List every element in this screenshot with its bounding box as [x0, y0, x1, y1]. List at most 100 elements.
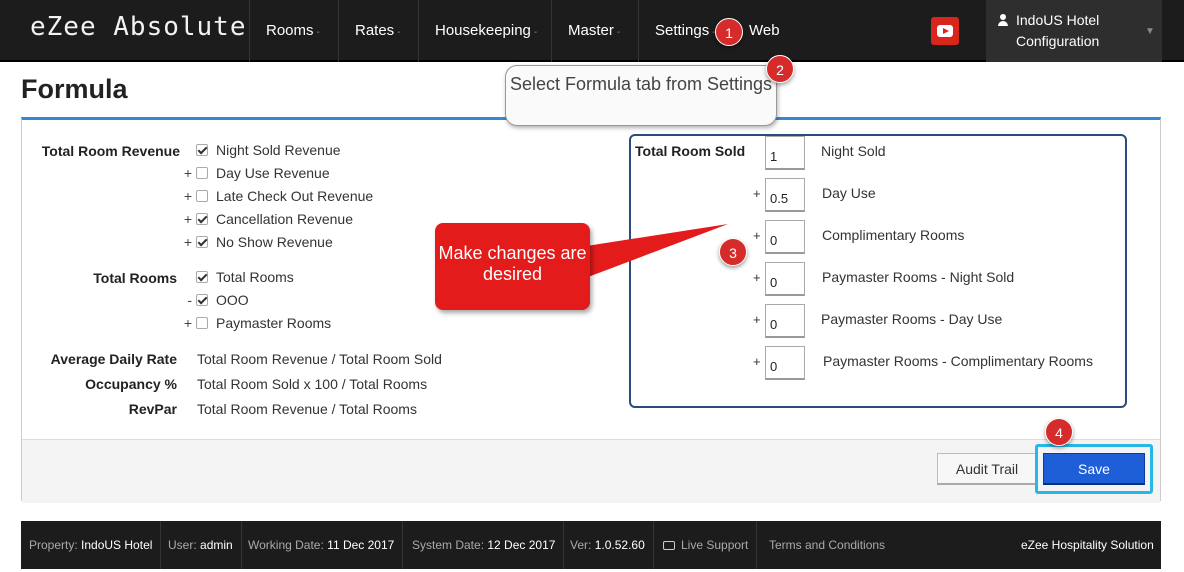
rooms-item-label: Total Rooms	[216, 269, 294, 285]
checkbox[interactable]	[196, 213, 208, 225]
footer-value: 12 Dec 2017	[487, 538, 556, 552]
rooms-item-label: Paymaster Rooms	[216, 315, 332, 331]
nav-label: Web	[749, 22, 780, 39]
paymaster-night-label: Paymaster Rooms - Night Sold	[822, 269, 1015, 285]
revenue-item-label: Day Use Revenue	[216, 165, 330, 181]
paymaster-night-input[interactable]: 0	[765, 262, 805, 296]
revpar-label: RevPar	[128, 401, 177, 417]
nav-rooms[interactable]: Rooms -	[249, 0, 339, 62]
chevron-down-icon: -	[616, 27, 621, 38]
footer-label: Ver:	[570, 538, 592, 552]
revenue-item-label: Late Check Out Revenue	[216, 188, 374, 204]
paymaster-dayuse-label: Paymaster Rooms - Day Use	[821, 311, 1003, 327]
live-support-link[interactable]: Live Support	[655, 521, 758, 569]
nav-housekeeping[interactable]: Housekeeping -	[418, 0, 552, 62]
user-role: Configuration	[1016, 33, 1100, 49]
revenue-item[interactable]: + Late Check Out Revenue	[180, 186, 373, 206]
nav-rates[interactable]: Rates -	[338, 0, 419, 62]
nav-master[interactable]: Master -	[551, 0, 639, 62]
footer-label: Property:	[29, 538, 78, 552]
tip-changes: Make changes are desired	[435, 223, 590, 310]
paymaster-comp-input[interactable]: 0	[765, 346, 805, 380]
user-menu[interactable]: IndoUS Hotel Configuration ▼	[986, 0, 1162, 62]
footer-user: User: admin	[160, 521, 242, 569]
user-name: IndoUS Hotel	[1016, 12, 1100, 28]
revenue-item[interactable]: + No Show Revenue	[180, 232, 333, 252]
complimentary-input[interactable]: 0	[765, 220, 805, 254]
revenue-item[interactable]: Night Sold Revenue	[180, 140, 341, 160]
revenue-item-label: Cancellation Revenue	[216, 211, 353, 227]
checkbox[interactable]	[196, 167, 208, 179]
tip-settings: Select Formula tab from Settings	[505, 65, 777, 126]
operator: +	[183, 234, 192, 250]
paymaster-comp-label: Paymaster Rooms - Complimentary Rooms	[823, 353, 1093, 369]
total-room-sold-label: Total Room Sold	[635, 143, 746, 159]
nav-label: Master	[568, 22, 614, 39]
occupancy-formula: Total Room Sold x 100 / Total Rooms	[197, 376, 428, 392]
checkbox[interactable]	[196, 271, 208, 283]
operator: -	[187, 292, 192, 308]
footer-value: admin	[200, 538, 233, 552]
revenue-item[interactable]: + Day Use Revenue	[180, 163, 330, 183]
total-rooms-label: Total Rooms	[93, 270, 177, 286]
rooms-item[interactable]: Total Rooms	[180, 267, 294, 287]
user-icon	[998, 14, 1008, 26]
operator: +	[183, 315, 192, 331]
chevron-down-icon: ▼	[1145, 26, 1155, 37]
revpar-formula: Total Room Revenue / Total Rooms	[197, 401, 417, 417]
footer-label: Working Date:	[248, 538, 324, 552]
checkbox[interactable]	[196, 236, 208, 248]
revenue-item[interactable]: + Cancellation Revenue	[180, 209, 353, 229]
footer-property: Property: IndoUS Hotel	[21, 521, 162, 569]
complimentary-label: Complimentary Rooms	[822, 227, 965, 243]
footer-label: System Date:	[412, 538, 485, 552]
company-name: eZee Hospitality Solution	[1021, 538, 1154, 552]
audit-trail-button[interactable]: Audit Trail	[937, 453, 1037, 485]
checkbox[interactable]	[196, 190, 208, 202]
operator: +	[753, 312, 761, 327]
operator: +	[753, 186, 761, 201]
step-badge-1: 1	[715, 18, 743, 46]
nav-label: Settings	[655, 22, 710, 39]
paymaster-dayuse-input[interactable]: 0	[765, 304, 805, 338]
operator: +	[753, 228, 761, 243]
operator: +	[183, 211, 192, 227]
night-sold-input[interactable]: 1	[765, 136, 805, 170]
step-badge-4: 4	[1045, 418, 1073, 446]
chevron-down-icon: -	[316, 27, 320, 38]
nav-label: Housekeeping	[435, 22, 531, 39]
rooms-item[interactable]: + Paymaster Rooms	[180, 313, 331, 333]
footer-working-date: Working Date: 11 Dec 2017	[240, 521, 404, 569]
page-title: Formula	[21, 74, 128, 104]
checkbox[interactable]	[196, 294, 208, 306]
occupancy-label: Occupancy %	[85, 376, 177, 392]
checkbox[interactable]	[196, 144, 208, 156]
operator: +	[753, 354, 761, 369]
revenue-item-label: Night Sold Revenue	[216, 142, 341, 158]
app-brand[interactable]: eZee Absolute	[30, 12, 247, 42]
save-button[interactable]: Save	[1043, 453, 1145, 485]
operator: +	[753, 270, 761, 285]
day-use-label: Day Use	[822, 185, 876, 201]
nav-label: Rooms	[266, 22, 314, 39]
chat-icon	[663, 541, 675, 550]
rooms-item[interactable]: - OOO	[180, 290, 248, 310]
youtube-icon[interactable]	[931, 17, 959, 45]
status-footer: Property: IndoUS Hotel User: admin Worki…	[21, 521, 1161, 569]
chevron-down-icon: -	[533, 27, 538, 38]
adr-label: Average Daily Rate	[50, 351, 177, 367]
night-sold-label: Night Sold	[821, 143, 886, 159]
checkbox[interactable]	[196, 317, 208, 329]
revenue-item-label: No Show Revenue	[216, 234, 333, 250]
terms-link[interactable]: Terms and Conditions	[761, 521, 893, 569]
top-navbar: eZee Absolute Rooms - Rates - Housekeeping…	[0, 0, 1184, 62]
nav-label: Rates	[355, 22, 395, 39]
operator: +	[183, 165, 192, 181]
callout-pointer	[580, 224, 728, 277]
footer-version: Ver: 1.0.52.60	[562, 521, 654, 569]
day-use-input[interactable]: 0.5	[765, 178, 805, 212]
live-support-label: Live Support	[681, 538, 749, 552]
footer-system-date: System Date: 12 Dec 2017	[404, 521, 565, 569]
footer-value: IndoUS Hotel	[81, 538, 153, 552]
footer-value: 11 Dec 2017	[327, 538, 395, 552]
